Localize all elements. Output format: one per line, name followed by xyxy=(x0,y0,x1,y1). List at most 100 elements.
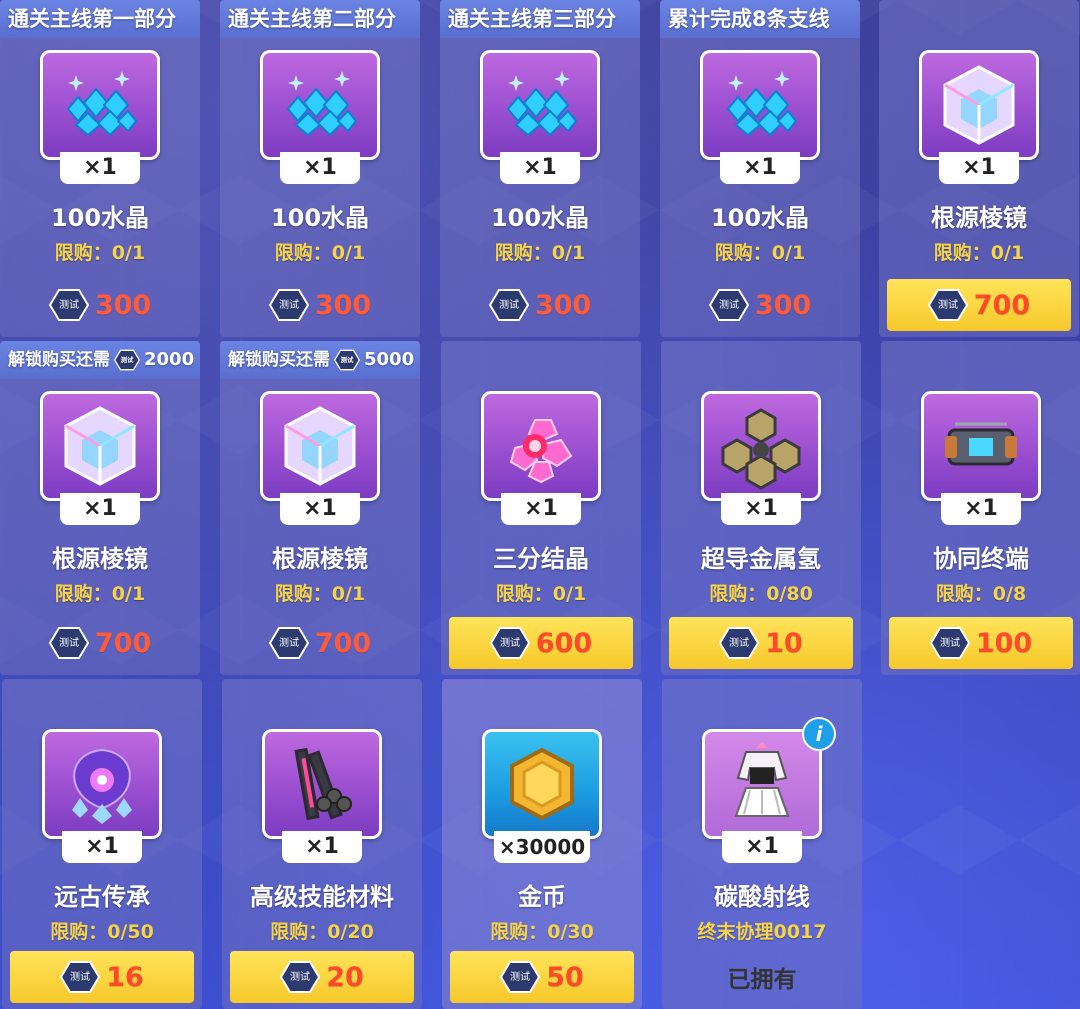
shop-item-metal-hydrogen[interactable]: ×1 超导金属氢 限购：0/80 测试 10 xyxy=(661,341,861,675)
purchase-limit: 限购：0/1 xyxy=(494,242,586,264)
unlock-requirement-banner: 解锁购买还需 测试 2000 xyxy=(0,341,200,379)
price-button[interactable]: 测试 700 xyxy=(228,617,412,669)
shop-item-crystal-2[interactable]: 通关主线第二部分 ×1 100水晶 限购：0/1 测试 300 xyxy=(220,0,420,337)
svg-text:测试: 测试 xyxy=(279,298,299,311)
crystal-pile-icon xyxy=(260,50,380,160)
item-name: 根源棱镜 xyxy=(931,204,1027,232)
purchase-limit: 限购：0/80 xyxy=(709,583,813,605)
shop-item-outfit[interactable]: i ×1 碳酸射线 终末协理0017 已拥有 xyxy=(662,679,862,1009)
beta-currency-icon: 测试 xyxy=(500,961,541,993)
beta-currency-icon: 测试 xyxy=(280,961,321,993)
terminal-device-icon xyxy=(921,391,1041,501)
item-name: 根源棱镜 xyxy=(272,545,368,573)
prism-cube-icon xyxy=(40,391,160,501)
beta-currency-icon: 测试 xyxy=(929,627,970,659)
beta-currency-icon: 测试 xyxy=(719,627,760,659)
shop-item-prism[interactable]: ×1 根源棱镜 限购：0/1 测试 700 xyxy=(879,0,1079,337)
price-amount: 20 xyxy=(326,961,364,993)
price-button[interactable]: 测试 700 xyxy=(887,279,1071,331)
price-button[interactable]: 测试 700 xyxy=(8,617,192,669)
purchase-limit: 限购：0/8 xyxy=(935,583,1027,605)
ancient-heritage-icon xyxy=(42,729,162,839)
owned-status: 已拥有 xyxy=(670,951,854,1003)
item-name: 根源棱镜 xyxy=(52,545,148,573)
price-button[interactable]: 测试 300 xyxy=(8,279,192,331)
shop-item-crystal-1[interactable]: 通关主线第一部分 ×1 100水晶 限购：0/1 测试 300 xyxy=(0,0,200,337)
quantity-label: ×1 xyxy=(501,493,581,525)
unlock-condition-banner: 通关主线第二部分 xyxy=(220,0,420,38)
svg-text:测试: 测试 xyxy=(121,355,134,364)
price-button[interactable]: 测试 300 xyxy=(228,279,412,331)
shop-item-tri-crystal[interactable]: ×1 三分结晶 限购：0/1 测试 600 xyxy=(441,341,641,675)
svg-text:测试: 测试 xyxy=(940,636,960,649)
item-name: 100水晶 xyxy=(710,204,810,232)
prism-cube-icon xyxy=(919,50,1039,160)
price-button[interactable]: 测试 600 xyxy=(449,617,633,669)
shop-item-skill-material[interactable]: ×1 高级技能材料 限购：0/20 测试 20 xyxy=(222,679,422,1009)
quantity-label: ×30000 xyxy=(494,831,590,863)
price-button[interactable]: 测试 300 xyxy=(448,279,632,331)
svg-text:测试: 测试 xyxy=(290,970,310,983)
price-amount: 600 xyxy=(535,627,593,659)
item-name: 三分结晶 xyxy=(493,545,589,573)
beta-currency-icon: 测试 xyxy=(268,289,309,321)
shop-item-crystal-3[interactable]: 通关主线第三部分 ×1 100水晶 限购：0/1 测试 300 xyxy=(440,0,640,337)
svg-text:测试: 测试 xyxy=(279,636,299,649)
item-name: 协同终端 xyxy=(933,545,1029,573)
quantity-label: ×1 xyxy=(721,493,801,525)
price-button[interactable]: 测试 50 xyxy=(450,951,634,1003)
price-amount: 300 xyxy=(534,289,592,321)
purchase-limit: 限购：0/1 xyxy=(274,242,366,264)
beta-currency-icon: 测试 xyxy=(927,289,968,321)
svg-text:测试: 测试 xyxy=(341,355,354,364)
quantity-label: ×1 xyxy=(722,831,802,863)
purchase-limit: 限购：0/1 xyxy=(54,583,146,605)
unlock-label: 解锁购买还需 xyxy=(8,350,110,370)
svg-text:测试: 测试 xyxy=(70,970,90,983)
price-amount: 700 xyxy=(94,627,152,659)
svg-text:测试: 测试 xyxy=(938,298,958,311)
info-icon[interactable]: i xyxy=(804,719,834,749)
price-button[interactable]: 测试 300 xyxy=(668,279,852,331)
price-amount: 50 xyxy=(546,961,584,993)
unlock-condition-banner: 通关主线第一部分 xyxy=(0,0,200,38)
unlock-amount: 5000 xyxy=(364,349,415,370)
quantity-label: ×1 xyxy=(500,152,580,184)
price-amount: 16 xyxy=(106,961,144,993)
quantity-label: ×1 xyxy=(60,152,140,184)
shop-item-prism-locked-1[interactable]: 解锁购买还需 测试 2000 ×1 根源棱镜 限购：0/1 测试 700 xyxy=(0,341,200,675)
quantity-label: ×1 xyxy=(280,152,360,184)
purchase-limit: 限购：0/1 xyxy=(933,242,1025,264)
svg-text:测试: 测试 xyxy=(510,970,530,983)
shop-item-crystal-4[interactable]: 累计完成8条支线 ×1 100水晶 限购：0/1 测试 300 xyxy=(660,0,860,337)
price-button[interactable]: 测试 16 xyxy=(10,951,194,1003)
beta-currency-icon: 测试 xyxy=(708,289,749,321)
shop-item-terminal[interactable]: ×1 协同终端 限购：0/8 测试 100 xyxy=(881,341,1080,675)
price-button[interactable]: 测试 100 xyxy=(889,617,1073,669)
purchase-limit: 限购：0/1 xyxy=(714,242,806,264)
beta-currency-icon: 测试 xyxy=(268,627,309,659)
svg-text:测试: 测试 xyxy=(719,298,739,311)
shop-item-ancient-heritage[interactable]: ×1 远古传承 限购：0/50 测试 16 xyxy=(2,679,202,1009)
price-amount: 10 xyxy=(765,627,803,659)
price-button[interactable]: 测试 10 xyxy=(669,617,853,669)
purchase-limit: 限购：0/1 xyxy=(274,583,366,605)
price-amount: 100 xyxy=(975,627,1033,659)
item-name: 远古传承 xyxy=(54,883,150,911)
tri-crystal-icon xyxy=(481,391,601,501)
quantity-label: ×1 xyxy=(60,493,140,525)
item-name: 高级技能材料 xyxy=(250,883,394,911)
shop-item-prism-locked-2[interactable]: 解锁购买还需 测试 5000 ×1 根源棱镜 限购：0/1 测试 700 xyxy=(220,341,420,675)
svg-text:测试: 测试 xyxy=(729,636,749,649)
quantity-label: ×1 xyxy=(939,152,1019,184)
price-button[interactable]: 测试 20 xyxy=(230,951,414,1003)
beta-currency-icon: 测试 xyxy=(489,627,530,659)
beta-currency-icon: 测试 xyxy=(60,961,101,993)
purchase-limit: 限购：0/30 xyxy=(490,921,594,943)
purchase-limit: 限购：0/50 xyxy=(50,921,154,943)
beta-currency-icon: 测试 xyxy=(334,349,360,371)
item-name: 超导金属氢 xyxy=(701,545,821,573)
svg-text:测试: 测试 xyxy=(59,636,79,649)
shop-item-gold-coin[interactable]: ×30000 金币 限购：0/30 测试 50 xyxy=(442,679,642,1009)
purchase-limit: 限购：0/20 xyxy=(270,921,374,943)
